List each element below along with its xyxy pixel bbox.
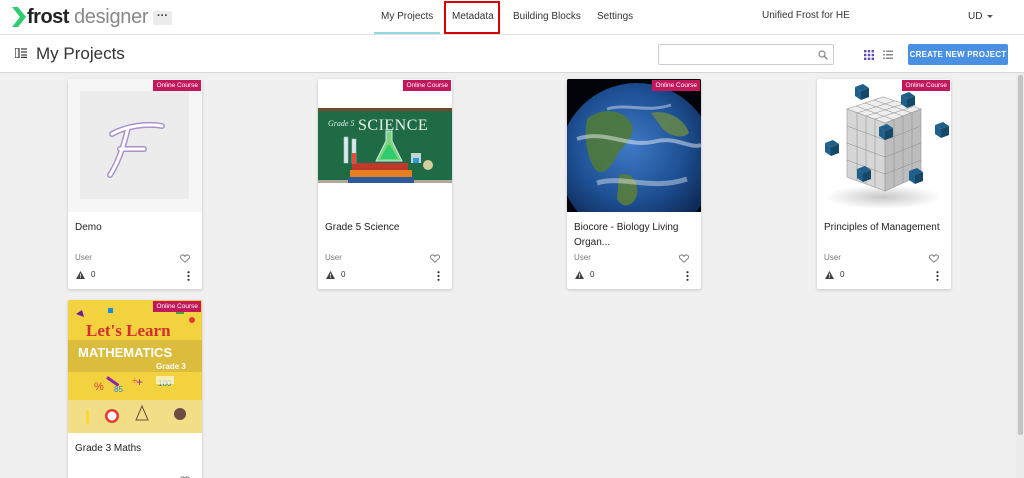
- user-initials: UD: [968, 11, 983, 22]
- warning-icon: [326, 271, 335, 279]
- warning-icon: [825, 271, 834, 279]
- project-card-demo[interactable]: Online Course Demo User 0: [68, 79, 202, 289]
- project-title[interactable]: Grade 5 Science: [325, 220, 445, 235]
- highlight-annotation-box: [444, 1, 500, 34]
- thumb-text-grade-3: Grade 3: [156, 362, 186, 371]
- thumb-text-lets-learn: Let's Learn: [86, 321, 171, 340]
- active-tab-indicator: [374, 32, 440, 34]
- scrollbar-thumb[interactable]: [1018, 75, 1023, 435]
- math-poster-image: Let's Learn MATHEMATICS Grade 3 % ÷ 85 +…: [68, 300, 202, 433]
- earth-image: [567, 79, 701, 212]
- project-card-biocore[interactable]: Online Course Biocore - Biology Living O…: [567, 79, 701, 289]
- nav-building-blocks[interactable]: Building Blocks: [513, 11, 581, 22]
- online-course-badge: Online Course: [652, 80, 700, 91]
- project-thumbnail[interactable]: Grade 5 SCIENCE Online Course: [318, 79, 452, 212]
- page-title: My Projects: [36, 44, 125, 63]
- warning-count: 0: [341, 270, 346, 279]
- online-course-badge: Online Course: [902, 80, 950, 91]
- online-course-badge: Online Course: [153, 80, 201, 91]
- warning-count: 0: [840, 270, 845, 279]
- cube-blocks-image: [825, 84, 949, 209]
- project-owner: User: [574, 253, 591, 262]
- svg-text:+: +: [136, 375, 143, 389]
- more-vertical-icon[interactable]: [686, 271, 689, 281]
- frost-chevron-icon: [12, 7, 26, 27]
- svg-text:%: %: [94, 381, 104, 393]
- project-thumbnail[interactable]: Let's Learn MATHEMATICS Grade 3 % ÷ 85 +…: [68, 300, 202, 433]
- project-owner: User: [824, 253, 841, 262]
- heart-icon[interactable]: [180, 254, 190, 263]
- warning-icon: [76, 271, 85, 279]
- project-card-grade-5-science[interactable]: Grade 5 SCIENCE Online Course Grade 5 Sc…: [318, 79, 452, 289]
- nav-settings[interactable]: Settings: [597, 11, 633, 22]
- caret-down-icon: [987, 14, 994, 18]
- more-options-button[interactable]: ···: [153, 11, 172, 25]
- logo-text-designer: designer: [73, 5, 149, 28]
- project-title[interactable]: Demo: [75, 220, 195, 235]
- organization-name[interactable]: Unified Frost for HE: [762, 10, 850, 21]
- more-vertical-icon[interactable]: [936, 271, 939, 281]
- thumb-text-grade: Grade 5: [328, 119, 354, 128]
- warning-count: 0: [91, 270, 96, 279]
- project-card-grade-3-maths[interactable]: Let's Learn MATHEMATICS Grade 3 % ÷ 85 +…: [68, 300, 202, 478]
- online-course-badge: Online Course: [153, 301, 201, 312]
- sidebar-toggle-icon[interactable]: [15, 48, 27, 58]
- project-owner: User: [325, 253, 342, 262]
- thumb-text-science: SCIENCE: [358, 117, 428, 134]
- project-title[interactable]: Principles of Management: [824, 220, 944, 235]
- project-title[interactable]: Biocore - Biology Living Organ...: [574, 220, 694, 250]
- frost-placeholder-logo-icon: [80, 91, 189, 199]
- project-thumbnail[interactable]: Online Course: [817, 79, 951, 212]
- user-menu[interactable]: UD: [968, 11, 994, 22]
- page-header: My Projects CREATE NEW PROJECT: [0, 35, 1024, 73]
- project-owner: User: [75, 253, 92, 262]
- online-course-badge: Online Course: [403, 80, 451, 91]
- heart-icon[interactable]: [430, 254, 440, 263]
- nav-my-projects[interactable]: My Projects: [381, 11, 433, 22]
- search-icon[interactable]: [818, 50, 828, 60]
- project-title[interactable]: Grade 3 Maths: [75, 441, 195, 456]
- heart-icon[interactable]: [929, 254, 939, 263]
- app-logo[interactable]: frost designer: [12, 5, 149, 29]
- warning-icon: [575, 271, 584, 279]
- more-vertical-icon[interactable]: [437, 271, 440, 281]
- grid-view-icon[interactable]: [864, 50, 874, 60]
- heart-icon[interactable]: [679, 254, 689, 263]
- science-chalkboard-image: Grade 5 SCIENCE: [318, 108, 452, 212]
- project-card-principles-of-management[interactable]: Online Course Principles of Management U…: [817, 79, 951, 289]
- more-vertical-icon[interactable]: [187, 271, 190, 281]
- create-new-project-button[interactable]: CREATE NEW PROJECT: [908, 44, 1008, 65]
- logo-text-frost: frost: [27, 5, 69, 28]
- project-thumbnail[interactable]: Online Course: [68, 79, 202, 212]
- thumb-text-mathematics: MATHEMATICS: [78, 345, 172, 360]
- list-view-icon[interactable]: [883, 50, 893, 60]
- project-thumbnail[interactable]: Online Course: [567, 79, 701, 212]
- svg-text:85: 85: [114, 385, 123, 394]
- search-input[interactable]: [663, 47, 813, 62]
- top-navigation-bar: frost designer ··· My Projects Metadata …: [0, 0, 1024, 35]
- search-box[interactable]: [658, 44, 834, 65]
- warning-count: 0: [590, 270, 595, 279]
